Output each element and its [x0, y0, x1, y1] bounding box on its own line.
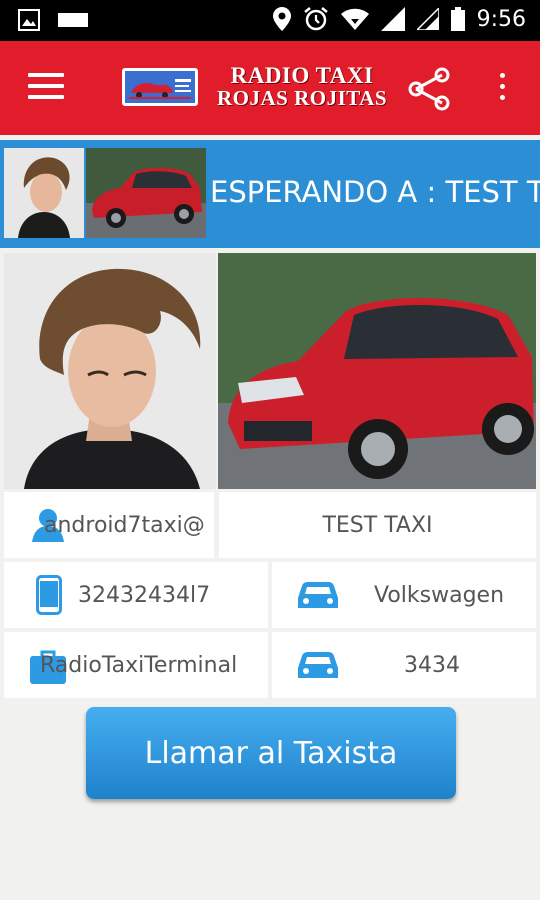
more-vert-icon [499, 73, 505, 78]
share-button[interactable] [406, 67, 452, 116]
email-cell: android7taxi@ [4, 492, 214, 558]
signal-icon [380, 7, 405, 31]
app-toolbar: RADIO TAXI ROJAS ROJITAS [0, 41, 540, 135]
menu-icon [28, 73, 64, 77]
more-options-button[interactable] [494, 73, 510, 105]
app-title: RADIO TAXI ROJAS ROJITAS [204, 63, 400, 110]
app-logo [122, 68, 198, 106]
car-icon [298, 582, 338, 608]
waiting-banner: ESPERANDO A : TEST TAXI [0, 140, 540, 248]
share-icon [408, 67, 450, 111]
taxi-company: RadioTaxiTerminal [40, 652, 238, 678]
driver-photo [4, 253, 216, 489]
app-title-line2: ROJAS ROJITAS [216, 86, 388, 110]
driver-name: TEST TAXI [322, 512, 433, 538]
car-photo [218, 253, 536, 489]
waiting-status-text: ESPERANDO A : TEST TAXI [210, 175, 540, 209]
menu-button[interactable] [28, 73, 64, 103]
image-notification-icon [18, 9, 40, 31]
message-notification-icon [58, 13, 88, 27]
name-cell: TEST TAXI [219, 492, 536, 558]
car-number: 3434 [404, 652, 460, 678]
company-cell: RadioTaxiTerminal [4, 632, 268, 698]
brand-cell: Volkswagen [272, 562, 536, 628]
alarm-icon [303, 7, 328, 31]
car-icon [298, 652, 338, 678]
car-brand: Volkswagen [374, 582, 505, 608]
clock: 9:56 [476, 6, 526, 32]
phone-cell: 32432434l7 [4, 562, 268, 628]
battery-icon [450, 7, 465, 31]
phone-icon [36, 575, 62, 615]
call-driver-button[interactable]: Llamar al Taxista [86, 707, 456, 799]
app-title-line1: RADIO TAXI [230, 63, 374, 88]
car-thumbnail [86, 148, 206, 238]
driver-phone[interactable]: 32432434l7 [78, 583, 210, 608]
driver-email: android7taxi@ [44, 512, 205, 538]
status-bar: 9:56 [0, 0, 540, 41]
car-number-cell: 3434 [272, 632, 536, 698]
location-icon [272, 7, 291, 31]
driver-thumbnail [4, 148, 84, 238]
signal-secondary-icon [416, 8, 439, 30]
wifi-icon [340, 8, 369, 30]
driver-car-photos [4, 253, 536, 489]
